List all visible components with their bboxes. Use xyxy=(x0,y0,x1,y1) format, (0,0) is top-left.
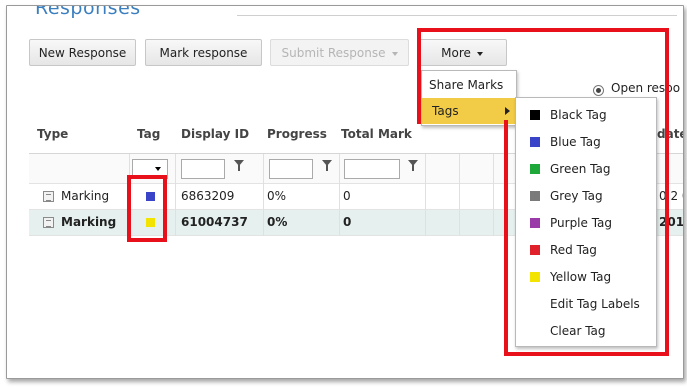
submit-response-button[interactable]: Submit Response xyxy=(270,39,409,66)
chevron-down-icon xyxy=(155,167,161,171)
row-display-id: 61004737 xyxy=(181,215,248,229)
annotation-highlight-tags xyxy=(127,175,167,242)
filter-icon[interactable] xyxy=(408,160,418,171)
display-id-filter-input[interactable] xyxy=(181,159,225,179)
column-divider xyxy=(493,154,494,236)
row-display-id: 6863209 xyxy=(181,189,235,203)
response-type-icon xyxy=(43,191,54,202)
column-header-type[interactable]: Type xyxy=(37,115,68,153)
new-response-button[interactable]: New Response xyxy=(29,39,136,66)
column-divider xyxy=(263,154,264,236)
submit-response-label: Submit Response xyxy=(281,46,386,60)
column-divider xyxy=(175,154,176,236)
column-header-tag[interactable]: Tag xyxy=(137,115,160,153)
column-divider xyxy=(339,154,340,236)
row-total-marks: 0 xyxy=(343,189,351,203)
row-type: Marking xyxy=(61,189,110,203)
column-divider xyxy=(425,154,426,236)
page-title: Responses xyxy=(35,5,141,19)
title-divider xyxy=(237,15,677,16)
filter-icon[interactable] xyxy=(322,160,332,171)
app-window: Responses New Response Mark response Sub… xyxy=(6,5,684,379)
row-progress: 0% xyxy=(267,215,288,229)
annotation-highlight-joint xyxy=(417,120,508,124)
total-marks-filter-input[interactable] xyxy=(344,159,400,179)
row-total-marks: 0 xyxy=(343,215,352,229)
new-response-label: New Response xyxy=(38,46,127,60)
filter-icon[interactable] xyxy=(234,160,244,171)
row-type: Marking xyxy=(61,215,117,229)
column-header-progress[interactable]: Progress xyxy=(267,115,327,153)
row-progress: 0% xyxy=(267,189,287,203)
mark-response-label: Mark response xyxy=(159,46,248,60)
column-divider xyxy=(459,154,460,236)
progress-filter-input[interactable] xyxy=(269,159,313,179)
mark-response-button[interactable]: Mark response xyxy=(145,39,262,66)
column-header-display-id[interactable]: Display ID xyxy=(181,115,249,153)
column-header-total-marks[interactable]: Total Mark xyxy=(341,115,412,153)
chevron-down-icon xyxy=(391,51,398,56)
response-type-icon xyxy=(43,217,54,228)
annotation-highlight-top xyxy=(417,28,669,124)
annotation-highlight-menu xyxy=(504,120,669,356)
